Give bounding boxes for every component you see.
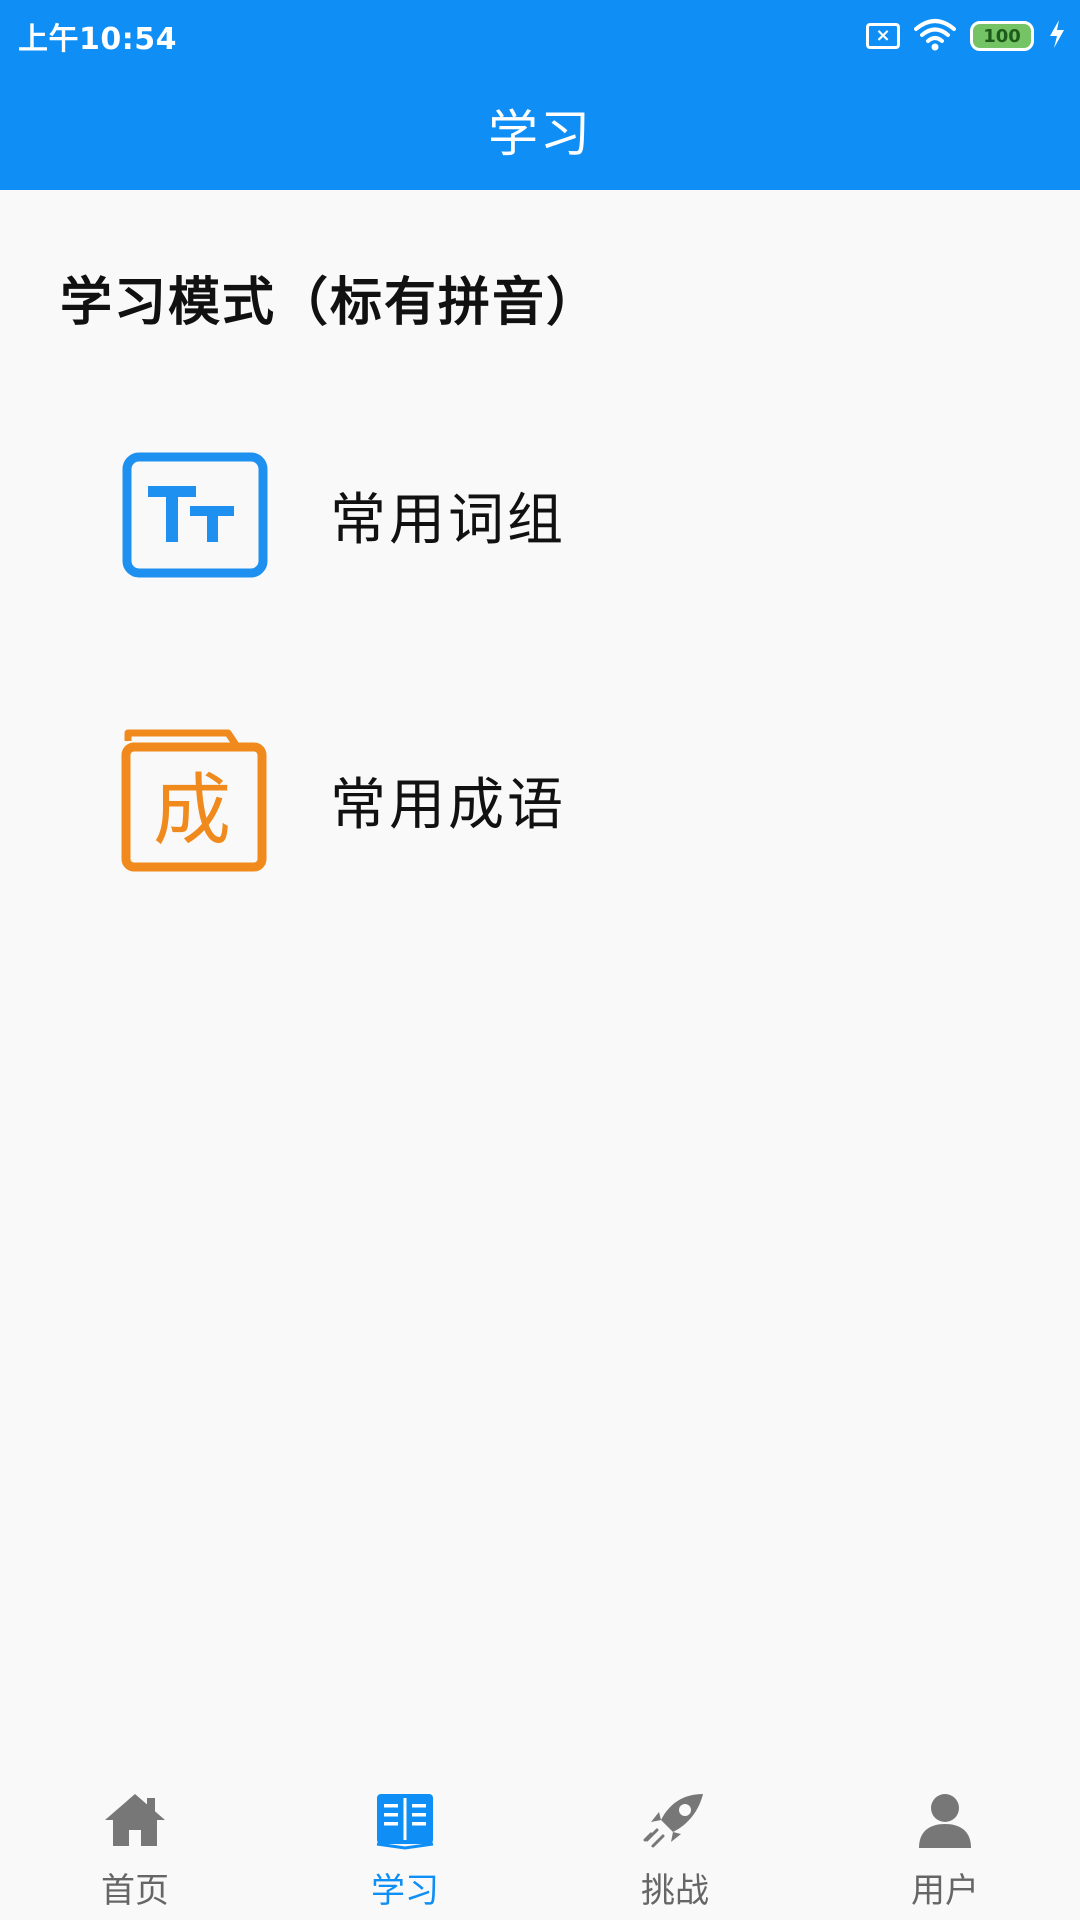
nav-study[interactable]: 学习	[270, 1765, 540, 1920]
cheng-icon: 成	[120, 725, 270, 875]
app-screen: 上午10:54 × 100 学习 学习模式（标有拼音） 常用词组 成 常用成语 …	[0, 0, 1080, 1920]
status-icons: × 100	[866, 18, 1066, 54]
nav-home-label: 首页	[101, 1871, 169, 1911]
page-title: 学习	[488, 105, 592, 163]
battery-level: 100	[983, 25, 1021, 47]
home-icon	[100, 1785, 170, 1855]
user-icon	[910, 1785, 980, 1855]
nav-challenge[interactable]: 挑战	[540, 1765, 810, 1920]
nav-user-label: 用户	[911, 1871, 979, 1911]
title-bar: 学习	[0, 70, 1080, 190]
common-idioms-label: 常用成语	[330, 772, 566, 838]
charging-icon	[1048, 19, 1066, 53]
nav-study-label: 学习	[371, 1871, 439, 1911]
no-sim-icon: ×	[866, 23, 900, 49]
nav-user[interactable]: 用户	[810, 1765, 1080, 1920]
common-phrases-label: 常用词组	[330, 487, 566, 553]
header: 上午10:54 × 100 学习	[0, 0, 1080, 190]
battery-icon: 100	[970, 21, 1034, 51]
section-title: 学习模式（标有拼音）	[60, 273, 601, 333]
tt-icon	[120, 440, 270, 590]
nav-home[interactable]: 首页	[0, 1765, 270, 1920]
status-bar: 上午10:54 × 100	[0, 0, 1080, 70]
bottom-nav: 首页 学习 挑战 用户	[0, 1765, 1080, 1920]
common-idioms-entry[interactable]: 成 常用成语	[120, 720, 820, 880]
status-time: 上午10:54	[18, 22, 177, 57]
rocket-icon	[640, 1785, 710, 1855]
wifi-icon	[914, 17, 956, 55]
common-phrases-entry[interactable]: 常用词组	[120, 435, 820, 595]
cheng-glyph: 成	[153, 766, 231, 856]
book-icon	[370, 1785, 440, 1855]
nav-challenge-label: 挑战	[641, 1871, 709, 1911]
